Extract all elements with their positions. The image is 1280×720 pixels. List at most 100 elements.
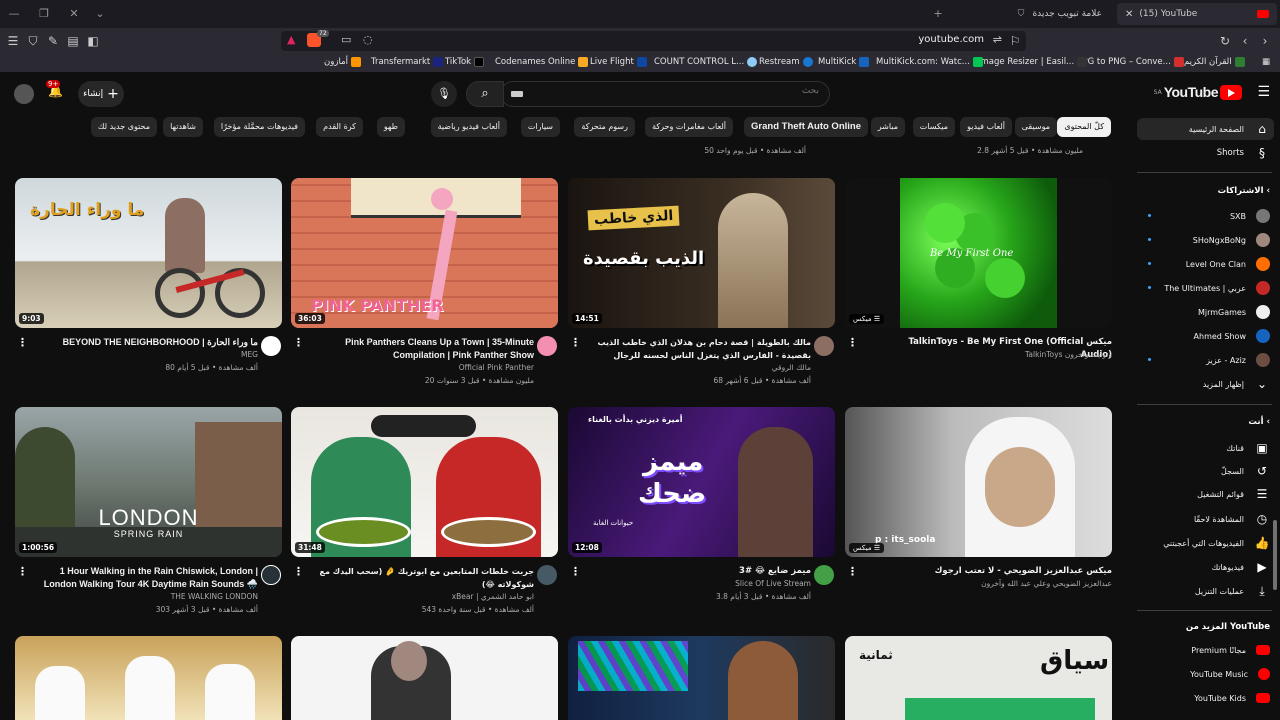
search-box[interactable] [500,81,830,107]
sidebar-item-playlists[interactable]: قوائم التشغيل ☰ [1140,483,1270,505]
bookmark-item[interactable]: TikTok [445,57,485,67]
sidebar-item-downloads[interactable]: عمليات التنزيل ⤓ [1140,580,1270,602]
bookmark-item[interactable]: JPG to PNG – Conve... [1080,57,1184,67]
chip-all[interactable]: كلّ المحتوى [1057,117,1111,137]
chip-gaming[interactable]: ألعاب فيديو [960,117,1012,137]
sidebar-item-subscription[interactable]: SXB [1140,205,1270,227]
keyboard-icon[interactable] [511,91,523,97]
forward-icon[interactable]: › [1256,32,1274,50]
more-options-icon[interactable]: ⋮ [570,565,581,578]
new-tab-icon[interactable]: + [930,6,946,22]
video-channel[interactable]: مالك الروقي [586,363,811,372]
video-title[interactable]: BEYOND THE NEIGHBORHOOD | ما وراء الحارة [33,336,258,349]
bookmark-item[interactable]: Codenames Online [495,57,589,67]
video-channel[interactable]: THE WALKING LONDON [33,592,258,601]
chip-gta[interactable]: Grand Theft Auto Online [744,117,868,137]
channel-avatar[interactable] [814,336,834,356]
chip-football[interactable]: كرة القدم [316,117,363,137]
search-button[interactable]: ⌕ [466,81,504,107]
chip-adventure[interactable]: ألعاب مغامرات وحركة [645,117,733,137]
sidebar-item-home[interactable]: الصفحة الرئيسية ⌂ [1137,118,1274,140]
video-thumbnail[interactable] [291,636,558,720]
video-title[interactable]: ميمز ضايع 😂 #3 [586,565,811,578]
avatar[interactable] [14,84,34,104]
video-channel[interactable]: عبدالعزيز الضويحي وعلي عبد الله وآخرون [887,579,1112,588]
sidebar-item-your-channel[interactable]: قناتك ▣ [1140,437,1270,459]
channel-avatar[interactable] [537,565,557,585]
tab-list-chevron-icon[interactable]: ⌄ [92,6,108,22]
sidebar-item-subscription[interactable]: The Ultimates | عربي [1140,277,1270,299]
video-thumbnail[interactable]: Be My First One ميكس ☰ [845,178,1112,328]
sidebar-item-subscription[interactable]: عزيز - Aziz [1140,349,1270,371]
sidebar-item-history[interactable]: السجلّ ↺ [1140,460,1270,482]
menu-icon[interactable]: ☰ [4,32,22,50]
bookmark-item[interactable]: COUNT CONTROL L... [654,57,758,67]
chip-live[interactable]: مباشر [870,117,905,137]
sidebar-item-watch-later[interactable]: المشاهدة لاحقًا ◷ [1140,508,1270,530]
video-thumbnail[interactable] [15,636,282,720]
more-options-icon[interactable]: ⋮ [17,565,28,578]
chip-mixes[interactable]: ميكسات [912,117,955,137]
extensions-icon[interactable]: ✎ [44,32,62,50]
video-title[interactable]: جربت خلطات المتابعين مع ابوتريك 🤌 (سحب ا… [309,565,534,591]
video-thumbnail[interactable] [568,636,835,720]
chip-cooking[interactable]: طهو [376,117,405,137]
sidebar-item-subscription[interactable]: Level One Clan [1140,253,1270,275]
video-thumbnail[interactable]: ما وراء الحارة 9:03 [15,178,282,328]
chip-sports-games[interactable]: ألعاب فيديو رياضية [430,117,507,137]
rewards-icon[interactable]: ▲ [287,33,295,46]
bookmark-item[interactable]: Live Flight [590,57,647,67]
bookmark-item[interactable]: أمازون [324,57,361,67]
youtube-logo[interactable]: SA YouTube [1154,84,1242,100]
guide-menu-icon[interactable]: ☰ [1257,84,1270,100]
video-thumbnail[interactable]: الذي خاطب الذيب بقصيدة 14:51 [568,178,835,328]
chip-cars[interactable]: سيارات [520,117,560,137]
sidebar-item-liked-videos[interactable]: الفيديوهات التي أعجبتني 👍 [1140,532,1270,554]
search-input[interactable] [539,86,819,96]
more-options-icon[interactable]: ⋮ [293,565,304,578]
chip-recently-uploaded[interactable]: فيديوهات محمَّلة مؤخرًا [213,117,305,137]
channel-avatar[interactable] [261,565,281,585]
video-channel[interactable]: xBear | ابو حامد الشمري [309,592,534,601]
chip-music[interactable]: موسيقى [1014,117,1057,137]
create-button[interactable]: إنشاء + [78,81,124,107]
sidebar-item-music[interactable]: YouTube Music [1140,663,1270,685]
minimize-icon[interactable]: — [6,6,22,22]
bookmark-item[interactable]: القرآن الكريم [1184,57,1245,67]
video-channel[interactable]: Slice Of Live Stream [586,579,811,588]
sidebar-item-subscription[interactable]: Ahmed Show [1140,325,1270,347]
more-options-icon[interactable]: ⋮ [847,565,858,578]
video-channel[interactable]: TalkinToys وتوايت وآخرون [887,350,1112,359]
tab-youtube[interactable]: ✕ (15) YouTube [1117,3,1277,25]
sidebar-item-subscription[interactable]: MjrmGames [1140,301,1270,323]
bookmark-item[interactable]: MultiKick.com: Watc... [876,57,983,67]
channel-avatar[interactable] [537,336,557,356]
sidebar-toggle-icon[interactable]: ◧ [84,32,102,50]
sidebar-item-your-videos[interactable]: فيديوهاتك ▶ [1140,556,1270,578]
close-tab-icon[interactable]: ✕ [1125,9,1133,20]
shield-icon[interactable]: ⛉ [24,32,42,50]
bookmark-item[interactable]: MultiKick [818,57,870,67]
chip-animation[interactable]: رسوم متحركة [574,117,635,137]
video-title[interactable]: مالك بالطويلة | قصة دحام بن هذلان الذي خ… [586,336,811,362]
more-options-icon[interactable]: ⋮ [17,336,28,349]
more-options-icon[interactable]: ⋮ [570,336,581,349]
bookmark-item[interactable]: Restream [759,57,813,67]
bookmark-icon[interactable]: ⚐ [1006,32,1024,50]
you-header[interactable]: أنت ‹ [1248,417,1270,427]
all-bookmarks-icon[interactable]: ▦ [1262,57,1270,67]
video-channel[interactable]: MEG [33,350,258,359]
video-thumbnail[interactable]: p : its_soola ميكس ☰ [845,407,1112,557]
voice-search-button[interactable]: 🎙 [431,81,457,107]
more-options-icon[interactable]: ⋮ [293,336,304,349]
chip-watched[interactable]: شاهدتها [163,117,203,137]
close-window-icon[interactable]: ✕ [66,6,82,22]
scrollbar[interactable] [1273,520,1277,590]
sidebar-item-kids[interactable]: YouTube Kids [1140,687,1270,709]
wallet-icon[interactable]: ▤ [64,32,82,50]
subscriptions-header[interactable]: الاشتراكات ‹ [1218,186,1270,196]
bookmark-item[interactable]: Transfermarkt [371,57,444,67]
chip-new-to-you[interactable]: محتوى جديد لك [90,117,157,137]
video-title[interactable]: Pink Panthers Cleans Up a Town | 35-Minu… [309,336,534,362]
reload-icon[interactable]: ↻ [1216,32,1234,50]
